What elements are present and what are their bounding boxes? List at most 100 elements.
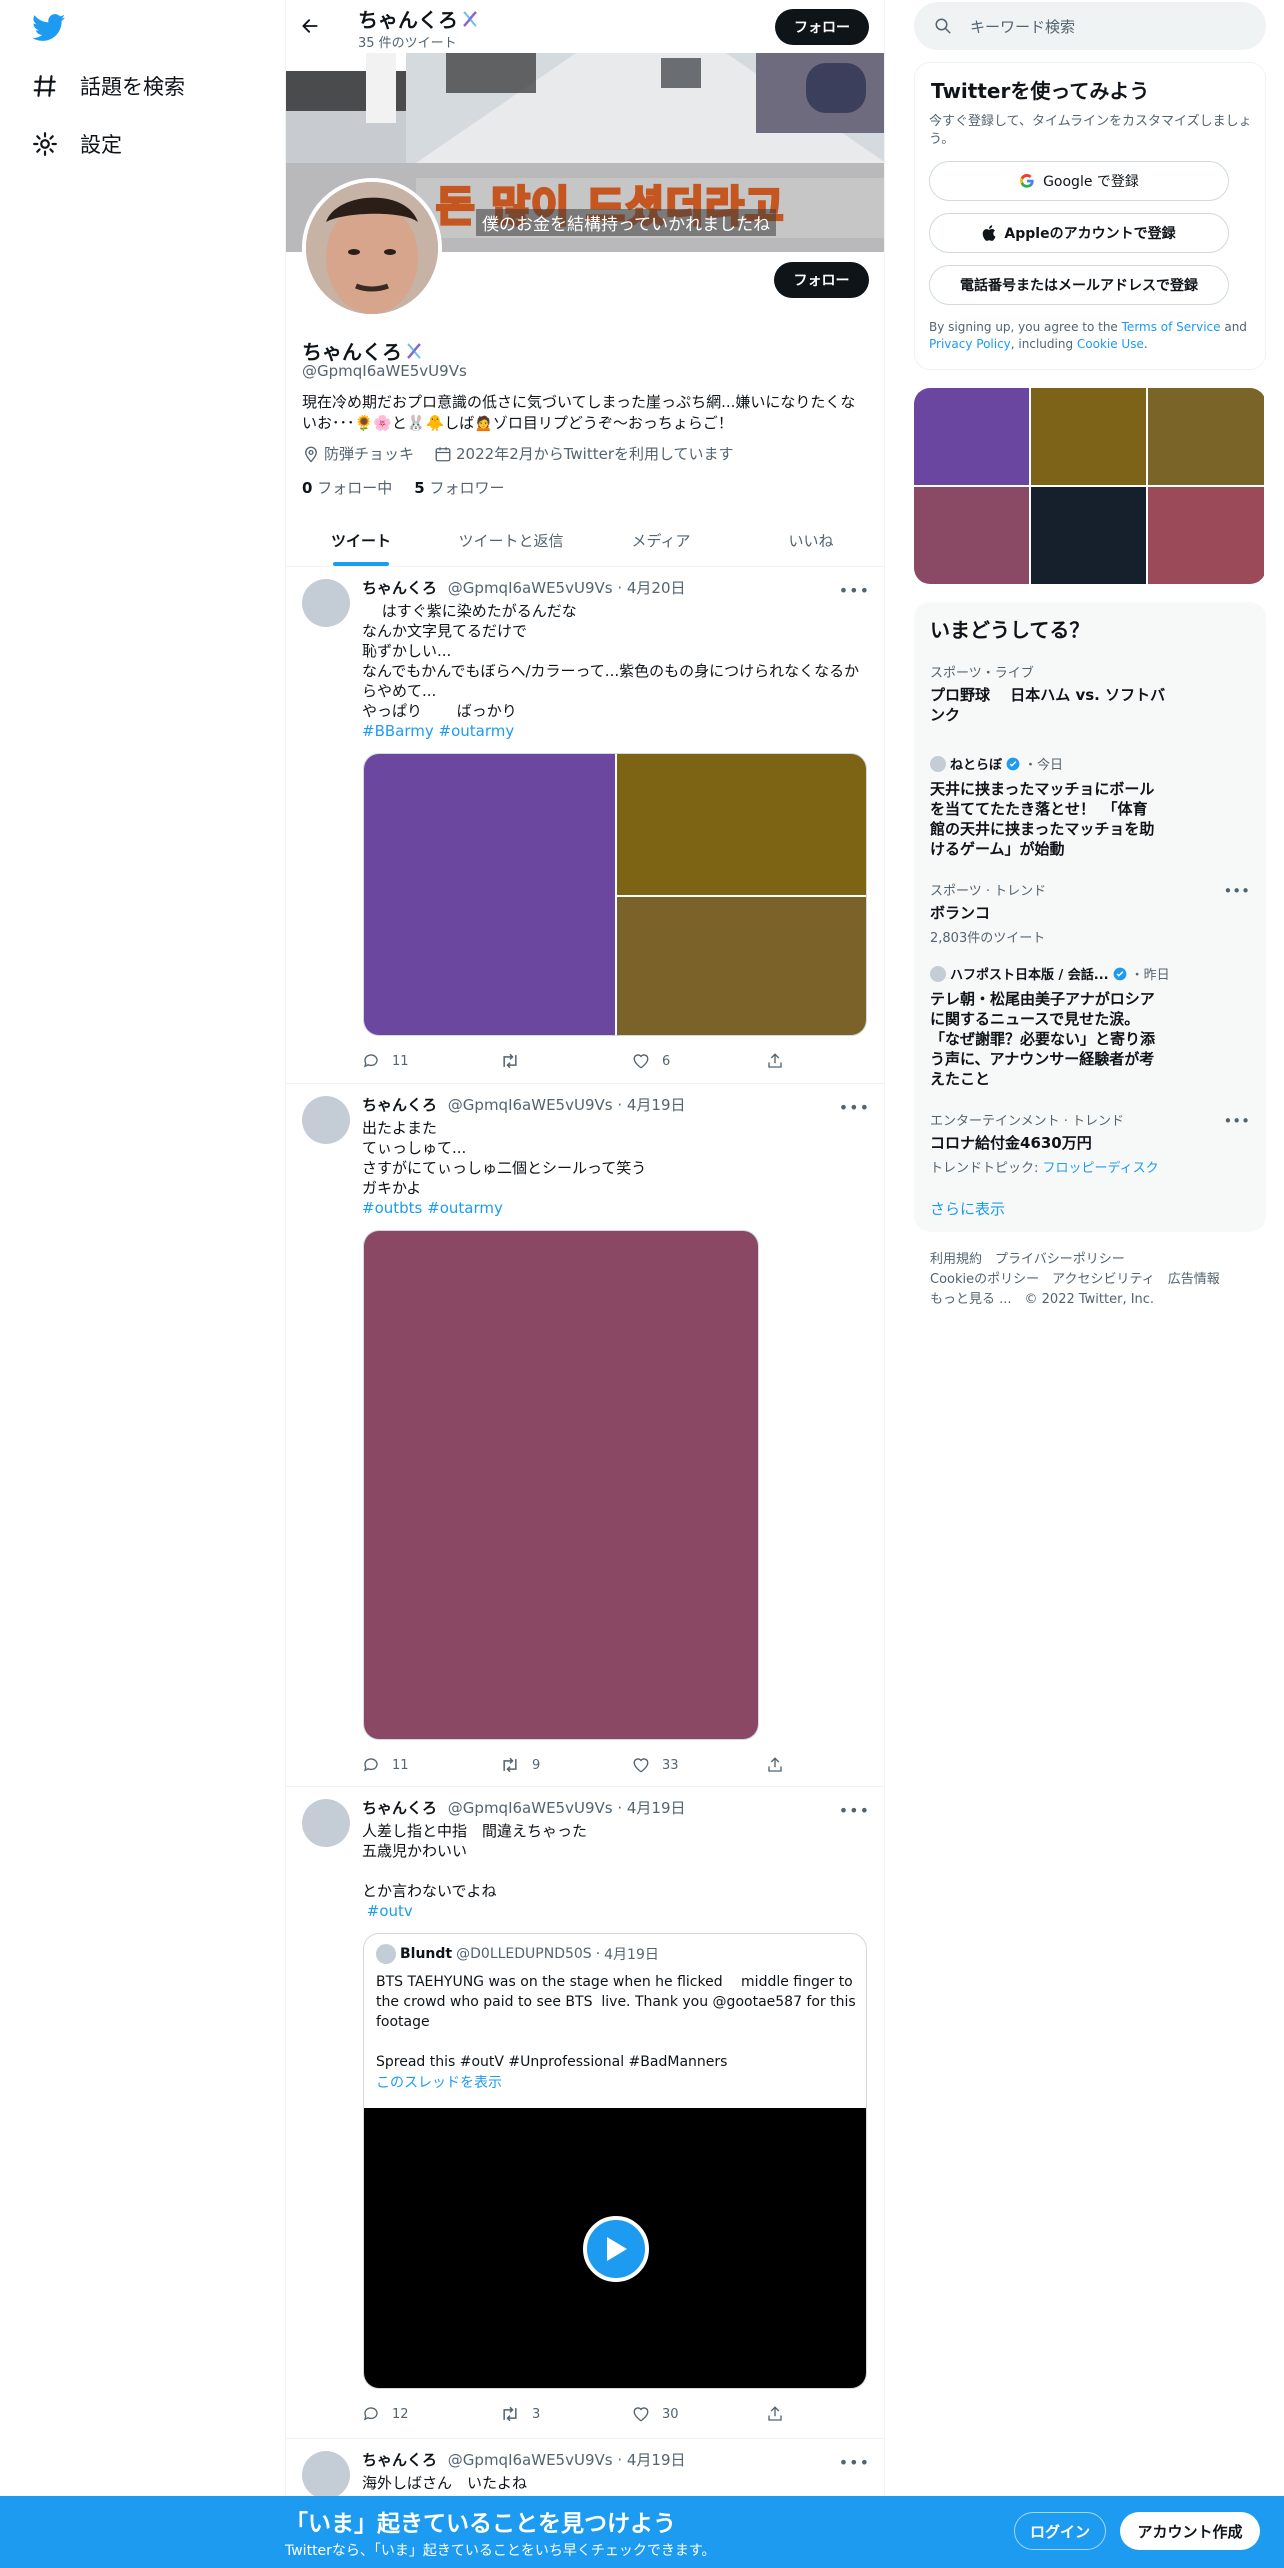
reply-button[interactable]: 11 [362,1052,409,1070]
tweet-date[interactable]: 4月19日 [627,1096,686,1114]
news-item[interactable]: ねとらぼ ・今日 天井に挟まったマッチョにボール を当ててたたき落とせ！ 「体育… [930,754,1250,859]
header-name: ちゃんくろ [358,4,480,33]
footer-line3[interactable]: もっと見る ... © 2022 Twitter, Inc. [930,1290,1220,1310]
followers-count: 5 [414,479,425,497]
twitter-logo-icon[interactable] [32,14,68,44]
trend-item[interactable]: エンターテインメント · トレンド コロナ給付金4630万円 トレンドトピック:… [930,1110,1250,1176]
media-photo-2[interactable] [617,754,866,895]
following-link[interactable]: 0 フォロー中 [302,477,392,498]
play-icon[interactable] [583,2216,649,2282]
share-icon [766,2405,784,2423]
trend-title: ボランコ [930,904,991,922]
tweet-text: 人差し指と中指 間違えちゃった 五歳児かわいい とか言わないでよね [362,1822,588,1900]
login-button[interactable]: ログイン [1014,2512,1106,2550]
login-prompt-bar: 「いま」起きていることを見つけよう Twitterなら、「いま」起きていることを… [0,2496,1284,2568]
dna-emoji-icon [404,341,424,361]
privacy-link[interactable]: Privacy Policy [929,337,1011,351]
search-icon [934,17,952,35]
trend-item[interactable]: スポーツ · トレンド ボランコ 2,803件のツイート [930,880,1250,946]
tweet-avatar[interactable] [302,579,350,627]
tweet-hashtags[interactable]: #outv [362,1901,413,1921]
tweet-date[interactable]: 4月19日 [627,2451,686,2469]
profile-follow-button[interactable]: フォロー [774,262,869,298]
share-button[interactable] [766,1052,784,1070]
back-arrow-icon[interactable] [300,16,320,36]
tweet-date[interactable]: 4月19日 [627,1799,686,1817]
news-item[interactable]: ハフポスト日本版 / 会話... ・昨日 テレ朝・松尾由美子アナがロシア に関す… [930,964,1250,1089]
trend-more-icon[interactable]: ••• [1223,882,1250,900]
tweet-avatar[interactable] [302,1799,350,1847]
share-button[interactable] [766,2405,784,2423]
media-thumb[interactable] [914,487,1029,584]
tweet-handle[interactable]: @GpmqI6aWE5vU9Vs [448,579,613,597]
profile-avatar[interactable] [302,178,442,318]
tweet-avatar[interactable] [302,2451,350,2499]
tab-media[interactable]: メディア [586,514,736,566]
tab-tweets[interactable]: ツイート [286,514,436,566]
quote-tweet[interactable]: Blundt @D0LLEDUPND50S · 4月19日 BTS TAEHYU… [363,1933,867,2389]
trend-topic-link[interactable]: フロッピーディスク [1043,1161,1159,1176]
like-button[interactable]: 33 [632,1756,679,1774]
tweet-author-name[interactable]: ちゃんくろ [362,579,437,597]
header-follow-button[interactable]: フォロー [775,9,869,45]
terms-link[interactable]: Terms of Service [1122,320,1221,334]
tweet-hashtags[interactable]: #outbts #outarmy [362,1198,503,1218]
tweet-handle[interactable]: @GpmqI6aWE5vU9Vs [448,1799,613,1817]
footer-line2[interactable]: Cookieのポリシー アクセシビリティ 広告情報 [930,1270,1220,1290]
more-options-icon[interactable]: ••• [839,2453,870,2472]
media-thumb[interactable] [914,388,1029,485]
tweet[interactable]: ちゃんくろ @GpmqI6aWE5vU9Vs · 4月19日 ••• 人差し指と… [286,1787,884,2439]
tweet-avatar[interactable] [302,1096,350,1144]
tweet-author-name[interactable]: ちゃんくろ [362,1799,437,1817]
tweet-handle[interactable]: @GpmqI6aWE5vU9Vs [448,2451,613,2469]
share-button[interactable] [766,1756,784,1774]
media-thumb[interactable] [1148,388,1264,485]
media-thumb[interactable] [1148,487,1264,584]
like-button[interactable]: 6 [632,1052,670,1070]
reply-button[interactable]: 12 [362,2405,409,2423]
trend-more-icon[interactable]: ••• [1223,1112,1250,1130]
tweet-date[interactable]: 4月20日 [627,579,686,597]
show-more-link[interactable]: さらに表示 [930,1198,1005,1219]
retweet-button[interactable]: 3 [500,2405,540,2423]
create-account-button[interactable]: アカウント作成 [1120,2512,1260,2550]
more-options-icon[interactable]: ••• [839,581,870,600]
quote-video[interactable] [364,2108,866,2388]
media-thumb[interactable] [1031,487,1146,584]
tweet-media-grid[interactable] [363,753,867,1036]
like-button[interactable]: 30 [632,2405,679,2423]
tweet[interactable]: ちゃんくろ @GpmqI6aWE5vU9Vs · 4月19日 ••• 出たよまた… [286,1084,884,1787]
show-thread-link[interactable]: このスレッドを表示 [376,2072,502,2092]
more-options-icon[interactable]: ••• [839,1098,870,1117]
more-options-icon[interactable]: ••• [839,1801,870,1820]
media-photo-3[interactable] [617,897,866,1035]
tweet-actions: 11 9 33 [362,1756,792,1776]
media-photo-1[interactable] [364,754,615,1035]
tab-tweets-replies[interactable]: ツイートと返信 [436,514,586,566]
tweet-hashtags[interactable]: #BBarmy #outarmy [362,721,514,741]
tweet[interactable]: ちゃんくろ @GpmqI6aWE5vU9Vs · 4月20日 ••• はすぐ紫に… [286,567,884,1084]
tweet-handle[interactable]: @GpmqI6aWE5vU9Vs [448,1096,613,1114]
apple-signup-button[interactable]: Appleのアカウントで登録 [929,213,1229,253]
nav-settings[interactable]: 設定 [32,120,122,168]
retweet-button[interactable] [500,1052,532,1070]
search-input[interactable]: キーワード検索 [914,2,1266,50]
cookie-link[interactable]: Cookie Use [1077,337,1144,351]
followers-link[interactable]: 5 フォロワー [414,477,504,498]
trend-item[interactable]: スポーツ・ライブ プロ野球 日本ハム vs. ソフトバ ンク [930,662,1250,725]
tweet-media-single[interactable] [363,1230,759,1740]
reply-button[interactable]: 11 [362,1756,409,1774]
tweet-author-name[interactable]: ちゃんくろ [362,1096,437,1114]
footer-line1[interactable]: 利用規約 プライバシーポリシー [930,1250,1220,1270]
retweet-button[interactable]: 9 [500,1756,540,1774]
nav-explore[interactable]: 話題を検索 [32,62,185,110]
media-thumb[interactable] [1031,388,1146,485]
google-signup-button[interactable]: Google で登録 [929,161,1229,201]
tweet-author-name[interactable]: ちゃんくろ [362,2451,437,2469]
media-photo-1[interactable] [364,1231,758,1739]
news-time: ・昨日 [1130,968,1170,983]
phone-email-signup-button[interactable]: 電話番号またはメールアドレスで登録 [929,265,1229,305]
tab-likes[interactable]: いいね [736,514,884,566]
tweet-actions: 12 3 30 [362,2405,792,2425]
profile-follow-stats: 0 フォロー中 5 フォロワー [302,477,504,498]
